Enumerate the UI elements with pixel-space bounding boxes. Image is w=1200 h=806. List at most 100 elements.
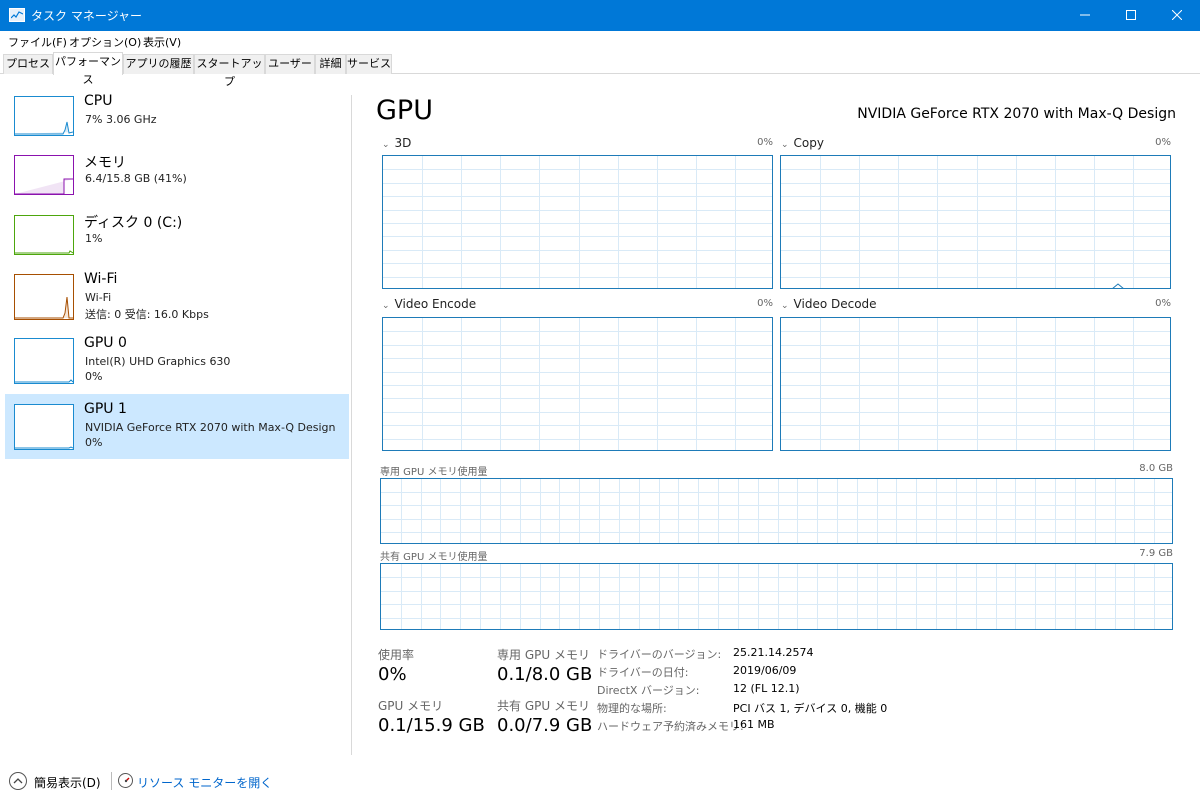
engine-graph-video-encode: [382, 317, 773, 451]
engine-percent: 0%: [757, 298, 773, 309]
page-title: GPU: [376, 95, 433, 126]
info-value: 161 MB: [733, 718, 775, 731]
sidebar-item-detail: Wi-Fi: [85, 291, 112, 304]
sidebar-item-name: CPU: [84, 93, 113, 109]
sidebar-item-name: Wi-Fi: [84, 271, 118, 287]
memory-thumbnail-graph: [14, 155, 74, 195]
window-title: タスク マネージャー: [31, 9, 142, 23]
usage-label: 使用率: [378, 648, 415, 662]
engine-name: Copy: [793, 136, 824, 150]
engine-graph-3d: [382, 155, 773, 289]
maximize-button[interactable]: [1108, 0, 1154, 31]
shared-memory-capacity: 7.9 GB: [1139, 548, 1173, 559]
sidebar-divider: [351, 95, 352, 755]
task-manager-app-icon: [9, 8, 25, 22]
tab-processes[interactable]: プロセス: [3, 54, 53, 74]
grid-lines: [381, 479, 1172, 543]
dedicated-memory-capacity: 8.0 GB: [1139, 463, 1173, 474]
resource-monitor-icon: [118, 773, 133, 788]
footer-bar: 簡易表示(D) リソース モニターを開く: [0, 766, 1200, 796]
sidebar-item-cpu[interactable]: CPU 7% 3.06 GHz: [5, 93, 349, 157]
minimize-button[interactable]: [1062, 0, 1108, 31]
tab-performance[interactable]: パフォーマンス: [53, 52, 123, 86]
engine-name: Video Decode: [793, 297, 877, 311]
close-button[interactable]: [1154, 0, 1200, 31]
usage-line: [1112, 283, 1124, 288]
tab-services[interactable]: サービス: [346, 54, 392, 74]
info-key: DirectX バージョン:: [597, 684, 700, 697]
engine-percent: 0%: [1155, 137, 1171, 148]
grid-lines: [781, 318, 1170, 450]
engine-name: Video Encode: [394, 297, 477, 311]
info-value: 2019/06/09: [733, 664, 797, 677]
tab-app-history[interactable]: アプリの履歴: [123, 54, 194, 74]
sidebar-item-detail: 0%: [85, 370, 103, 383]
gpu1-thumbnail-graph: [14, 404, 74, 450]
dedicated-memory-stat-value: 0.1/8.0 GB: [497, 664, 593, 685]
sidebar-item-detail: NVIDIA GeForce RTX 2070 with Max-Q Desig…: [85, 421, 336, 434]
tab-details[interactable]: 詳細: [315, 54, 346, 74]
chevron-down-icon: ⌄: [781, 301, 789, 311]
sidebar-item-detail: 0%: [85, 436, 103, 449]
engine-selector-3d[interactable]: ⌄ 3D: [382, 136, 411, 150]
info-value: 25.21.14.2574: [733, 646, 814, 659]
sidebar-item-detail: Intel(R) UHD Graphics 630: [85, 355, 231, 368]
disk-thumbnail-graph: [14, 215, 74, 255]
minimize-icon: [1080, 14, 1090, 16]
engine-selector-copy[interactable]: ⌄ Copy: [781, 136, 824, 150]
engine-graph-copy: [780, 155, 1171, 289]
engine-percent: 0%: [757, 137, 773, 148]
chevron-up-icon[interactable]: [9, 772, 27, 790]
sidebar-item-gpu1[interactable]: GPU 1 NVIDIA GeForce RTX 2070 with Max-Q…: [5, 394, 349, 459]
sidebar-item-detail: 送信: 0 受信: 16.0 Kbps: [85, 308, 209, 321]
gpu-memory-value: 0.1/15.9 GB: [378, 715, 485, 736]
tab-strip: プロセス パフォーマンス アプリの履歴 スタートアップ ユーザー 詳細 サービス: [0, 52, 1200, 88]
resource-sidebar: CPU 7% 3.06 GHz メモリ 6.4/15.8 GB (41%) ディ…: [0, 75, 352, 755]
chevron-down-icon: ⌄: [382, 301, 390, 311]
cpu-thumbnail-graph: [14, 96, 74, 136]
menu-file[interactable]: ファイル(F): [8, 34, 67, 50]
title-bar: タスク マネージャー: [0, 0, 1200, 31]
engine-name: 3D: [394, 136, 412, 150]
shared-memory-label: 共有 GPU メモリ使用量: [380, 552, 488, 563]
info-value: PCI バス 1, デバイス 0, 機能 0: [733, 702, 888, 715]
sidebar-item-disk[interactable]: ディスク 0 (C:) 1%: [5, 212, 349, 276]
grid-lines: [381, 564, 1172, 629]
chevron-down-icon: ⌄: [382, 140, 390, 150]
sidebar-item-gpu0[interactable]: GPU 0 Intel(R) UHD Graphics 630 0%: [5, 335, 349, 399]
sidebar-item-wifi[interactable]: Wi-Fi Wi-Fi 送信: 0 受信: 16.0 Kbps: [5, 271, 349, 335]
chevron-down-icon: ⌄: [781, 140, 789, 150]
device-name: NVIDIA GeForce RTX 2070 with Max-Q Desig…: [857, 106, 1176, 122]
dedicated-memory-graph: [380, 478, 1173, 544]
menu-bar: ファイル(F) オプション(O) 表示(V): [0, 31, 1200, 51]
sidebar-item-detail: 6.4/15.8 GB (41%): [85, 172, 187, 185]
gpu-detail-panel: GPU NVIDIA GeForce RTX 2070 with Max-Q D…: [353, 75, 1200, 755]
footer-divider: [111, 772, 112, 790]
info-key: ドライバーのバージョン:: [597, 648, 722, 661]
fewer-details-button[interactable]: 簡易表示(D): [34, 774, 101, 791]
dedicated-memory-label: 専用 GPU メモリ使用量: [380, 467, 488, 478]
info-value: 12 (FL 12.1): [733, 682, 800, 695]
tab-users[interactable]: ユーザー: [265, 54, 315, 74]
sidebar-item-name: GPU 0: [84, 335, 127, 351]
shared-memory-graph: [380, 563, 1173, 630]
sidebar-item-detail: 1%: [85, 232, 103, 245]
engine-selector-video-encode[interactable]: ⌄ Video Encode: [382, 297, 476, 311]
open-resource-monitor-link[interactable]: リソース モニターを開く: [137, 774, 272, 791]
usage-value: 0%: [378, 664, 407, 685]
sidebar-item-name: メモリ: [84, 155, 126, 171]
engine-graph-video-decode: [780, 317, 1171, 451]
menu-view[interactable]: 表示(V): [143, 34, 181, 50]
info-key: ドライバーの日付:: [597, 666, 689, 679]
sidebar-item-detail: 7% 3.06 GHz: [85, 113, 157, 126]
grid-lines: [383, 156, 772, 288]
sidebar-item-name: ディスク 0 (C:): [84, 215, 183, 231]
info-key: 物理的な場所:: [597, 702, 667, 715]
sidebar-item-name: GPU 1: [84, 401, 127, 417]
sidebar-item-memory[interactable]: メモリ 6.4/15.8 GB (41%): [5, 152, 349, 216]
shared-memory-stat-value: 0.0/7.9 GB: [497, 715, 593, 736]
engine-selector-video-decode[interactable]: ⌄ Video Decode: [781, 297, 877, 311]
menu-options[interactable]: オプション(O): [69, 34, 141, 50]
maximize-icon: [1126, 10, 1136, 20]
tab-startup[interactable]: スタートアップ: [194, 54, 265, 88]
